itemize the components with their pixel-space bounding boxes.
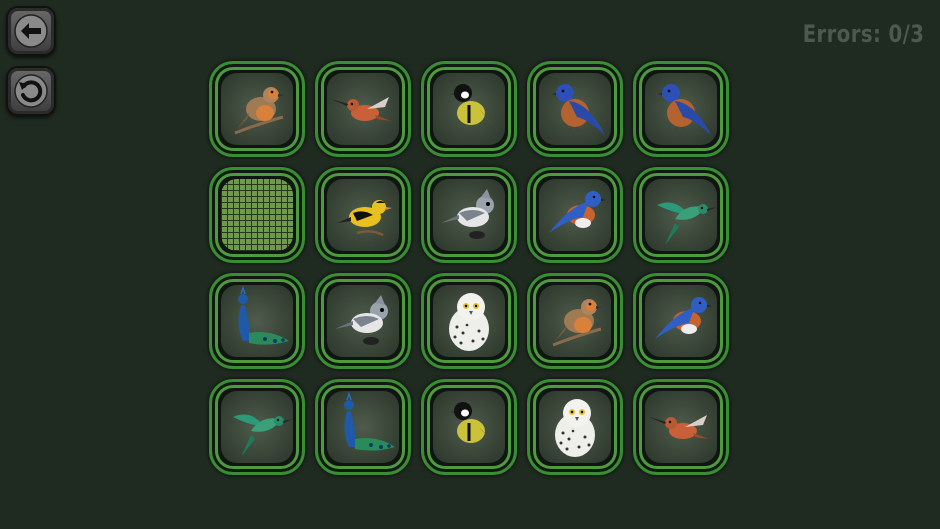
western-bluebird-icon — [645, 73, 717, 145]
goldfinch-icon — [327, 179, 399, 251]
memory-card[interactable] — [315, 379, 411, 475]
card-face — [539, 73, 611, 145]
card-face — [645, 391, 717, 463]
card-face — [327, 179, 399, 251]
memory-card[interactable] — [633, 61, 729, 157]
card-face — [539, 391, 611, 463]
memory-card[interactable] — [209, 167, 305, 263]
card-face — [433, 179, 505, 251]
card-face — [645, 285, 717, 357]
memory-card[interactable] — [209, 61, 305, 157]
great-tit-icon — [433, 391, 505, 463]
errors-counter: Errors: 0/3 — [802, 20, 924, 48]
back-button[interactable] — [6, 6, 56, 56]
card-face — [539, 285, 611, 357]
card-face — [327, 285, 399, 357]
card-face — [433, 73, 505, 145]
tufted-titmouse-icon — [433, 179, 505, 251]
memory-card[interactable] — [527, 167, 623, 263]
memory-card[interactable] — [633, 167, 729, 263]
green-hummingbird-icon — [645, 179, 717, 251]
card-face — [645, 179, 717, 251]
tufted-titmouse-icon — [327, 285, 399, 357]
eastern-bluebird-icon — [539, 179, 611, 251]
arrow-left-icon — [14, 14, 48, 48]
memory-card[interactable] — [633, 273, 729, 369]
card-face — [221, 285, 293, 357]
peacock-icon — [327, 391, 399, 463]
snowy-owl-icon — [433, 285, 505, 357]
memory-card[interactable] — [209, 273, 305, 369]
memory-card[interactable] — [315, 61, 411, 157]
memory-card[interactable] — [421, 379, 517, 475]
card-face — [433, 285, 505, 357]
robin-icon — [221, 73, 293, 145]
eastern-bluebird-icon — [645, 285, 717, 357]
undo-icon — [14, 74, 48, 108]
memory-card[interactable] — [209, 379, 305, 475]
card-face — [221, 391, 293, 463]
peacock-icon — [221, 285, 293, 357]
card-face — [645, 73, 717, 145]
card-face — [327, 391, 399, 463]
card-face — [433, 391, 505, 463]
memory-card[interactable] — [421, 61, 517, 157]
great-tit-icon — [433, 73, 505, 145]
rufous-hummingbird-icon — [327, 73, 399, 145]
card-grid — [209, 61, 729, 475]
memory-card[interactable] — [421, 167, 517, 263]
memory-card[interactable] — [527, 61, 623, 157]
memory-card[interactable] — [315, 167, 411, 263]
card-back — [221, 179, 293, 251]
card-face — [327, 73, 399, 145]
western-bluebird-icon — [539, 73, 611, 145]
memory-card[interactable] — [633, 379, 729, 475]
card-face — [539, 179, 611, 251]
card-face — [221, 73, 293, 145]
memory-card[interactable] — [315, 273, 411, 369]
restart-button[interactable] — [6, 66, 56, 116]
rufous-hummingbird-icon — [645, 391, 717, 463]
memory-card[interactable] — [527, 379, 623, 475]
green-hummingbird-icon — [221, 391, 293, 463]
robin-icon — [539, 285, 611, 357]
memory-card[interactable] — [421, 273, 517, 369]
snowy-owl-icon — [539, 391, 611, 463]
memory-card[interactable] — [527, 273, 623, 369]
